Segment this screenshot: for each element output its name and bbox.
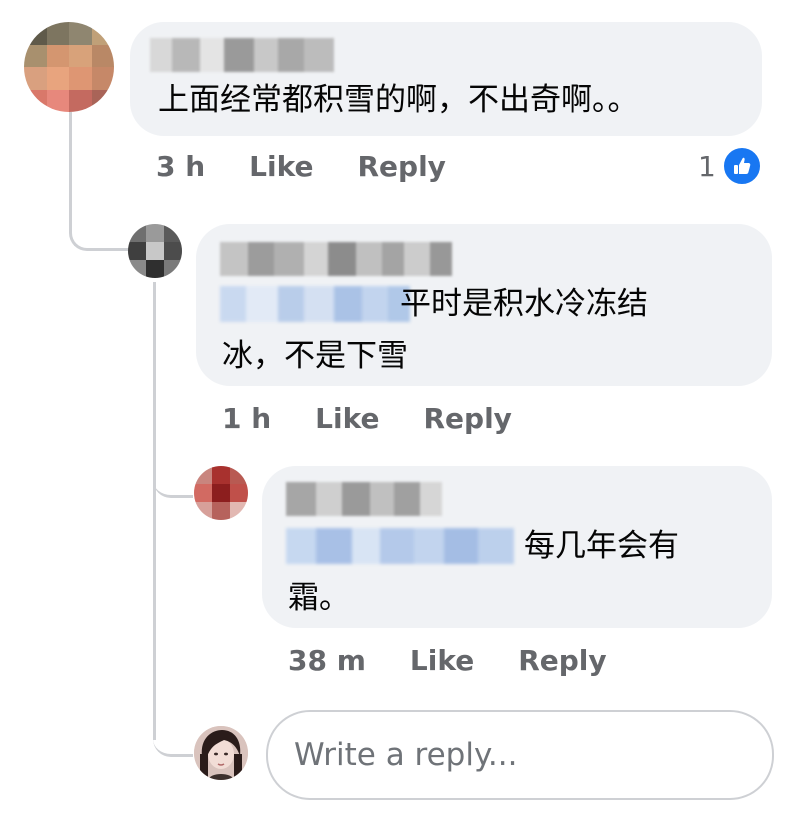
comment-time[interactable]: 3 h bbox=[156, 150, 205, 183]
comment-text: 上面经常都积雪的啊，不出奇啊。。 bbox=[158, 82, 639, 118]
avatar[interactable] bbox=[128, 224, 182, 278]
thread-line-replies bbox=[153, 282, 156, 740]
commenter-name-redacted[interactable] bbox=[150, 38, 334, 72]
avatar[interactable] bbox=[24, 22, 114, 112]
like-count[interactable]: 1 bbox=[698, 150, 716, 183]
comment-text: 每几年会有 bbox=[524, 528, 679, 564]
reply-button[interactable]: Reply bbox=[357, 150, 445, 183]
reply-button[interactable]: Reply bbox=[423, 402, 511, 435]
comment-bubble: 上面经常都积雪的啊，不出奇啊。。 bbox=[130, 22, 762, 136]
commenter-name-redacted[interactable] bbox=[220, 242, 452, 276]
mention-redacted[interactable] bbox=[286, 528, 514, 564]
reply-input-container[interactable] bbox=[266, 710, 774, 800]
comment-text: 平时是积水冷冻结 bbox=[400, 286, 648, 322]
reply-button[interactable]: Reply bbox=[518, 644, 606, 677]
like-button[interactable]: Like bbox=[249, 150, 313, 183]
comment-text: 霜。 bbox=[288, 580, 350, 616]
mention-redacted[interactable] bbox=[220, 286, 410, 322]
comment-time[interactable]: 38 m bbox=[288, 644, 366, 677]
comment-actions: 3 h Like Reply bbox=[156, 150, 446, 183]
like-button[interactable]: Like bbox=[410, 644, 474, 677]
thread-connector-3 bbox=[153, 700, 193, 757]
thread-connector-1 bbox=[69, 112, 128, 251]
comment-actions: 1 h Like Reply bbox=[222, 402, 512, 435]
comment-time[interactable]: 1 h bbox=[222, 402, 271, 435]
comment-text: 冰，不是下雪 bbox=[222, 338, 408, 374]
avatar[interactable] bbox=[194, 466, 248, 520]
like-button[interactable]: Like bbox=[315, 402, 379, 435]
comment-actions: 38 m Like Reply bbox=[288, 644, 607, 677]
reply-input[interactable] bbox=[268, 712, 772, 798]
commenter-name-redacted[interactable] bbox=[286, 482, 442, 516]
thumbs-up-icon bbox=[722, 146, 762, 186]
comment-bubble: 每几年会有 霜。 bbox=[262, 466, 772, 628]
user-avatar[interactable] bbox=[194, 726, 248, 780]
comment-bubble: 平时是积水冷冻结 冰，不是下雪 bbox=[196, 224, 772, 386]
thread-connector-2 bbox=[153, 440, 193, 498]
